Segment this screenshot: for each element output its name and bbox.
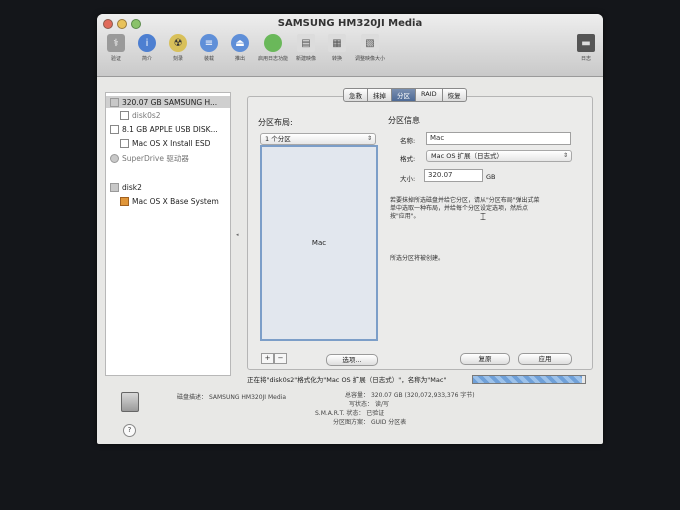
disk-description-row: 磁盘描述： SAMSUNG HM320JI Media xyxy=(177,394,286,401)
tab-4[interactable]: 恢复 xyxy=(442,88,467,102)
eject-icon: ⏏ xyxy=(231,34,249,52)
enable-journal-tool-button[interactable]: 启用日志功能 xyxy=(258,34,288,62)
popup-arrows-icon: ⇕ xyxy=(562,152,568,159)
revert-button[interactable]: 复原 xyxy=(460,353,510,365)
volume-item-base-system[interactable]: Mac OS X Base System xyxy=(120,197,219,206)
volume-item-disk0s2[interactable]: disk0s2 xyxy=(120,111,161,120)
toolbar: ⚕ 验证 i 简介 ☢ 刻录 ≡ 装载 ⏏ 推出 启用日志功能 ▤ 新建映像 ▦… xyxy=(103,34,595,62)
resize-image-icon: ▧ xyxy=(361,34,379,52)
convert-tool-button[interactable]: ▦ 转换 xyxy=(324,34,350,62)
tab-2[interactable]: 分区 xyxy=(392,88,416,102)
tab-bar: 急救 抹掉 分区 RAID 恢复 xyxy=(343,88,467,102)
microscope-icon: ⚕ xyxy=(107,34,125,52)
partition-created-note: 所选分区将被创建。 xyxy=(390,255,445,262)
disk-item-disk2[interactable]: disk2 xyxy=(110,183,142,192)
info-tool-button[interactable]: i 简介 xyxy=(134,34,160,62)
formatting-progress-bar xyxy=(472,375,586,384)
new-image-tool-button[interactable]: ▤ 新建映像 xyxy=(293,34,319,62)
partition-panel: 分区布局: 1 个分区 ⇕ Mac + − 选项... 分区信息 名称: Mac… xyxy=(247,96,593,370)
partition-diagram-mac[interactable]: Mac xyxy=(260,145,378,341)
size-label: 大小: xyxy=(400,175,416,183)
options-button[interactable]: 选项... xyxy=(326,354,378,366)
log-icon: ▬ xyxy=(577,34,595,52)
size-unit: GB xyxy=(486,173,496,181)
mount-icon: ≡ xyxy=(200,34,218,52)
info-icon: i xyxy=(138,34,156,52)
partition-name-field[interactable]: Mac xyxy=(426,132,571,145)
popup-arrows-icon: ⇕ xyxy=(366,135,372,142)
tab-3[interactable]: RAID xyxy=(416,88,443,102)
write-status-row: 写状态： 读/写 xyxy=(349,401,389,408)
superdrive-item[interactable]: SuperDrive 驱动器 xyxy=(110,153,189,164)
volume-item-install-esd[interactable]: Mac OS X Install ESD xyxy=(120,139,210,148)
log-tool-button[interactable]: ▬ 日志 xyxy=(573,34,599,62)
verify-tool-button[interactable]: ⚕ 验证 xyxy=(103,34,129,62)
size-field[interactable]: 320.07 xyxy=(424,169,483,182)
disk-list-sidebar: 320.07 GB SAMSUNG H... disk0s2 8.1 GB AP… xyxy=(105,92,231,376)
mouse-cursor-icon: ⌶ xyxy=(480,212,486,223)
usb-disk-icon xyxy=(110,125,119,134)
optical-drive-icon xyxy=(110,154,119,163)
disk-item-samsung[interactable]: 320.07 GB SAMSUNG H... xyxy=(106,96,230,108)
title-bar: SAMSUNG HM320JI Media ⚕ 验证 i 简介 ☢ 刻录 ≡ 装… xyxy=(97,14,603,77)
partition-hint-text: 若要抹掉所选磁盘并给它分区，请从"分区布局"弹出式菜 单中选取一种布局，并给每个… xyxy=(390,197,540,220)
splitter-handle[interactable]: ◂ xyxy=(236,232,239,238)
resize-image-tool-button[interactable]: ▧ 调整映像大小 xyxy=(355,34,385,62)
tab-1[interactable]: 抹掉 xyxy=(368,88,392,102)
add-remove-partition-controls: + − xyxy=(261,353,287,364)
disk-image-icon xyxy=(110,183,119,192)
format-select[interactable]: Mac OS 扩展（日志式） ⇕ xyxy=(426,150,572,162)
name-label: 名称: xyxy=(400,137,416,145)
partition-layout-heading: 分区布局: xyxy=(258,118,293,127)
eject-tool-button[interactable]: ⏏ 推出 xyxy=(227,34,253,62)
smart-status-row: S.M.A.R.T. 状态： 已验证 xyxy=(315,410,385,417)
volume-icon xyxy=(120,111,129,120)
burn-icon: ☢ xyxy=(169,34,187,52)
capacity-row: 总容量： 320.07 GB (320,072,933,376 字节) xyxy=(345,392,475,399)
convert-icon: ▦ xyxy=(328,34,346,52)
formatting-status-text: 正在将"disk0s2"格式化为"Mac OS 扩展（日志式）"，名称为"Mac… xyxy=(247,376,447,384)
add-partition-button[interactable]: + xyxy=(261,353,274,364)
apply-button[interactable]: 应用 xyxy=(518,353,572,365)
progress-fill xyxy=(473,376,582,383)
mount-tool-button[interactable]: ≡ 装载 xyxy=(196,34,222,62)
disk-item-apple-usb[interactable]: 8.1 GB APPLE USB DISK... xyxy=(110,125,218,134)
remove-partition-button[interactable]: − xyxy=(274,353,287,364)
volume-icon xyxy=(120,139,129,148)
format-label: 格式: xyxy=(400,155,416,163)
window-title: SAMSUNG HM320JI Media xyxy=(277,18,423,29)
new-image-icon: ▤ xyxy=(297,34,315,52)
selected-disk-icon xyxy=(121,392,139,412)
journal-icon xyxy=(264,34,282,52)
volume-icon xyxy=(120,197,129,206)
burn-tool-button[interactable]: ☢ 刻录 xyxy=(165,34,191,62)
hard-drive-icon xyxy=(110,97,119,107)
partition-info-heading: 分区信息 xyxy=(388,116,420,125)
help-button[interactable]: ? xyxy=(123,424,136,437)
partition-layout-select[interactable]: 1 个分区 ⇕ xyxy=(260,133,376,145)
partition-scheme-row: 分区图方案： GUID 分区表 xyxy=(333,419,407,426)
tab-0[interactable]: 急救 xyxy=(343,88,368,102)
disk-utility-window: SAMSUNG HM320JI Media ⚕ 验证 i 简介 ☢ 刻录 ≡ 装… xyxy=(97,14,603,444)
